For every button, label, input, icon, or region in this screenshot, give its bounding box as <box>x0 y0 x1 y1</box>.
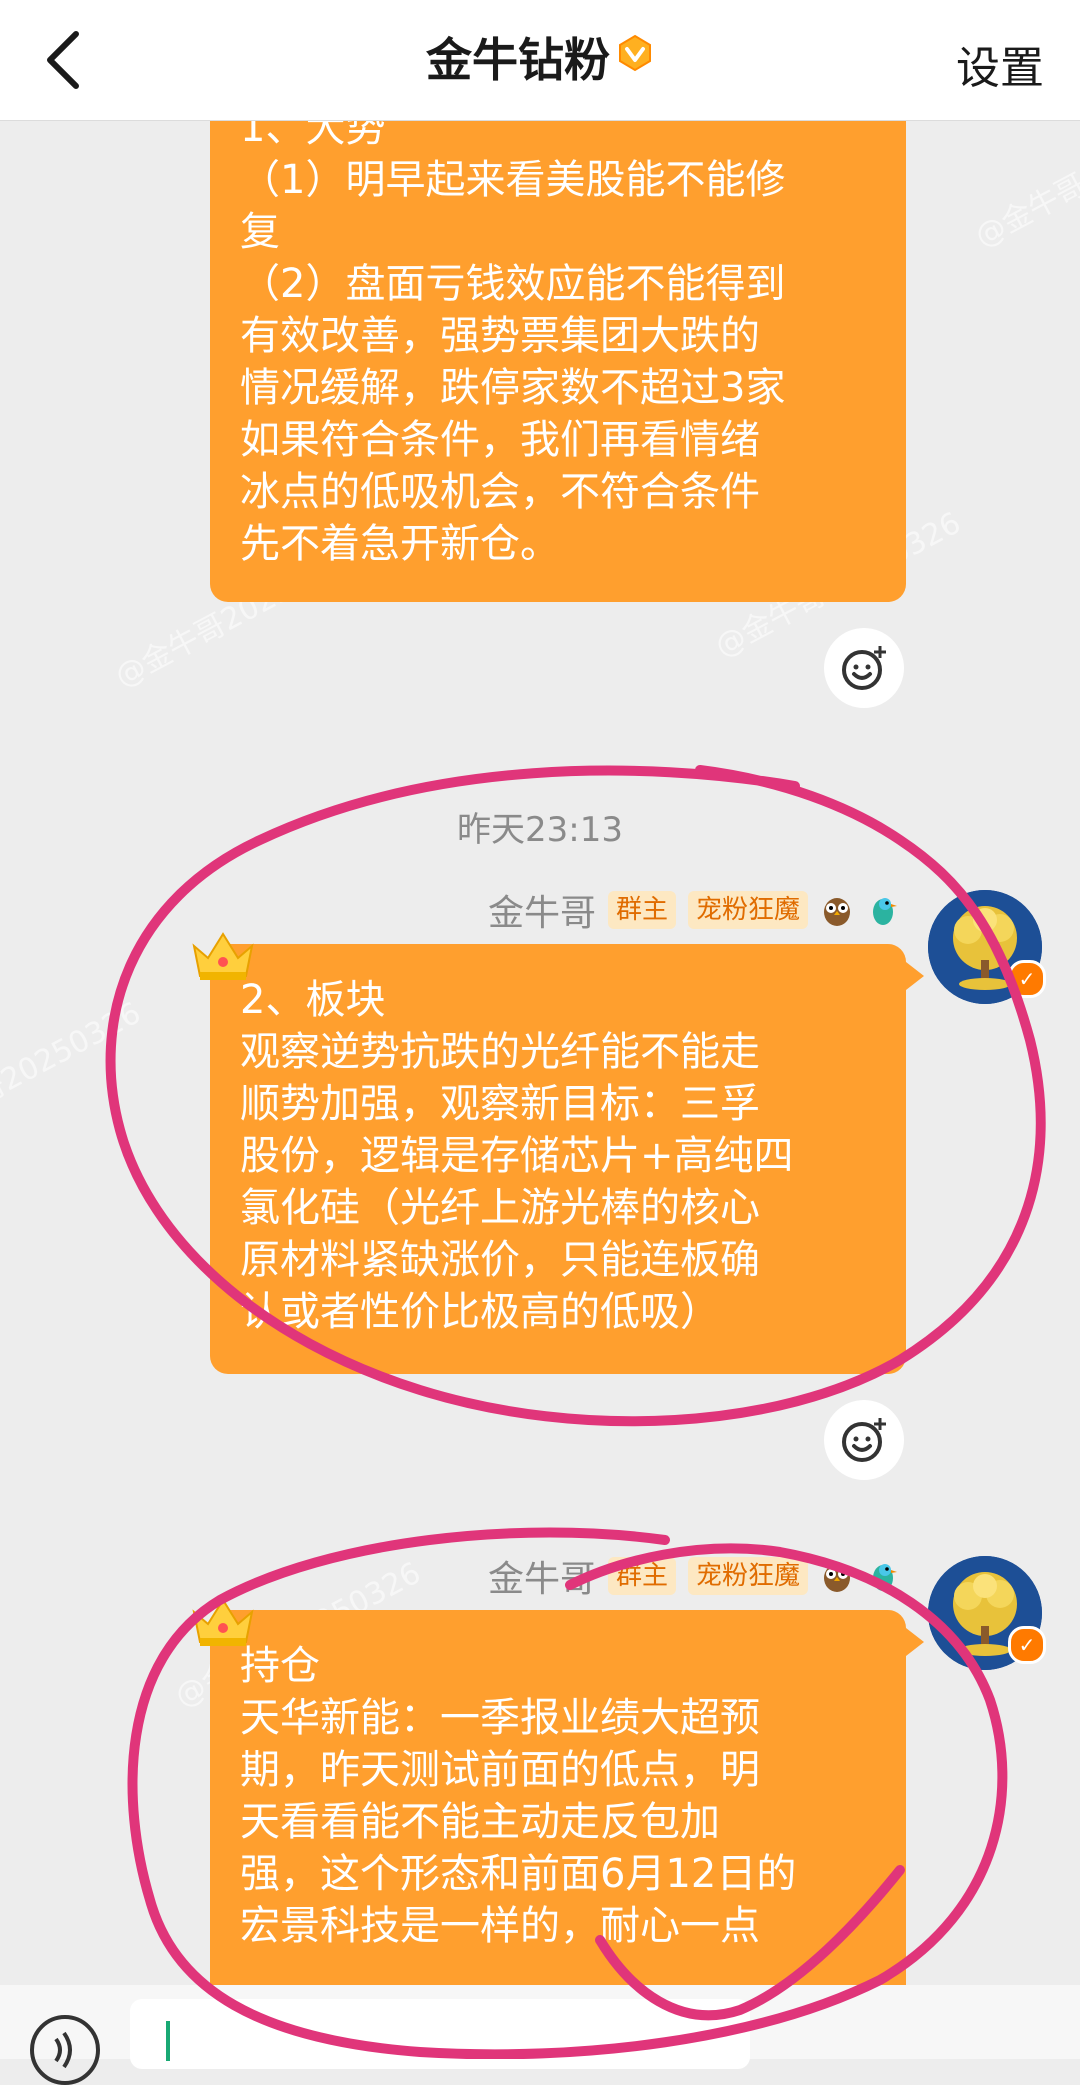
message-line: 顺势加强，观察新目标：三孚 <box>240 1081 760 1127</box>
role-tag-title: 宠粉狂魔 <box>687 1557 808 1595</box>
message-line: 复 <box>240 209 280 255</box>
message-line: 如果符合条件，我们再看情绪 <box>240 417 760 463</box>
message-line: 先不着急开新仓。 <box>240 521 560 567</box>
voice-input-button[interactable] <box>30 2015 100 2085</box>
chat-input-bar <box>0 1985 1080 2085</box>
watermark: @金牛哥20250326 <box>0 995 147 1155</box>
vip-badge-icon <box>619 34 651 72</box>
crown-icon <box>192 1598 254 1646</box>
voice-icon <box>54 2031 72 2069</box>
bubble-tail <box>906 1628 924 1656</box>
sender-name: 金牛哥 <box>487 893 596 934</box>
verified-badge: ✓ <box>1008 1626 1046 1664</box>
message-line: 持仓 <box>240 1643 320 1689</box>
message-line: （2）盘面亏钱效应能不能得到 <box>240 261 786 307</box>
message-bubble[interactable]: 1、大势 （1）明早起来看美股能不能修 复 （2）盘面亏钱效应能不能得到 有效改… <box>210 70 906 602</box>
chat-header: 金牛钻粉 设置 <box>0 0 1080 121</box>
role-tag-title: 宠粉狂魔 <box>687 891 808 929</box>
message-bubble[interactable]: 持仓 天华新能：一季报业绩大超预 期，昨天测试前面的低点，明 天看看能不能主动走… <box>210 1610 906 2010</box>
message-line: 期，昨天测试前面的低点，明 <box>240 1747 760 1793</box>
message-line: （1）明早起来看美股能不能修 <box>240 157 786 203</box>
message-line: 冰点的低吸机会，不符合条件 <box>240 469 760 515</box>
message-line: 原材料紧缺涨价，只能连板确 <box>240 1237 760 1283</box>
owl-icon <box>824 1564 850 1592</box>
settings-button[interactable]: 设置 <box>956 32 1044 96</box>
message-bubble[interactable]: 2、板块 观察逆势抗跌的光纤能不能走 顺势加强，观察新目标：三孚 股份，逻辑是存… <box>210 944 906 1374</box>
avatar[interactable]: ✓ <box>928 1556 1046 1670</box>
chat-title-text: 金牛钻粉 <box>426 33 610 87</box>
owl-icon <box>824 898 850 926</box>
emoji-add-icon <box>842 646 886 690</box>
chat-title: 金牛钻粉 <box>0 24 1080 90</box>
message-line: 情况缓解，跌停家数不超过3家 <box>240 365 786 411</box>
message-line: 2、板块 <box>240 977 386 1023</box>
sender-info: 金牛哥 群主 宠粉狂魔 <box>488 1552 900 1600</box>
message-line: 宏景科技是一样的，耐心一点 <box>240 1903 760 1949</box>
sender-name: 金牛哥 <box>487 1559 596 1600</box>
emoji-add-icon <box>842 1418 886 1462</box>
message-line: 股份，逻辑是存储芯片+高纯四 <box>240 1133 794 1179</box>
add-reaction-button[interactable] <box>824 1400 904 1480</box>
verified-badge: ✓ <box>1008 960 1046 998</box>
bubble-tail <box>906 962 924 990</box>
bird-icon <box>873 898 897 925</box>
text-cursor <box>166 2021 170 2061</box>
message-line: 天看看能不能主动走反包加 <box>240 1799 720 1845</box>
bird-icon <box>873 1564 897 1591</box>
role-tag-owner: 群主 <box>607 891 676 929</box>
message-timestamp: 昨天23:13 <box>457 810 623 850</box>
avatar[interactable]: ✓ <box>928 890 1046 1004</box>
message-line: 有效改善，强势票集团大跌的 <box>240 313 760 359</box>
message-line: 观察逆势抗跌的光纤能不能走 <box>240 1029 760 1075</box>
message-line: 认或者性价比极高的低吸） <box>240 1289 720 1335</box>
role-tag-owner: 群主 <box>607 1557 676 1595</box>
crown-icon <box>192 932 254 980</box>
message-line: 氯化硅（光纤上游光棒的核心 <box>240 1185 760 1231</box>
add-reaction-button[interactable] <box>824 628 904 708</box>
sender-info: 金牛哥 群主 宠粉狂魔 <box>488 886 900 934</box>
message-line: 强，这个形态和前面6月12日的 <box>240 1851 797 1897</box>
message-line: 天华新能：一季报业绩大超预 <box>240 1695 760 1741</box>
